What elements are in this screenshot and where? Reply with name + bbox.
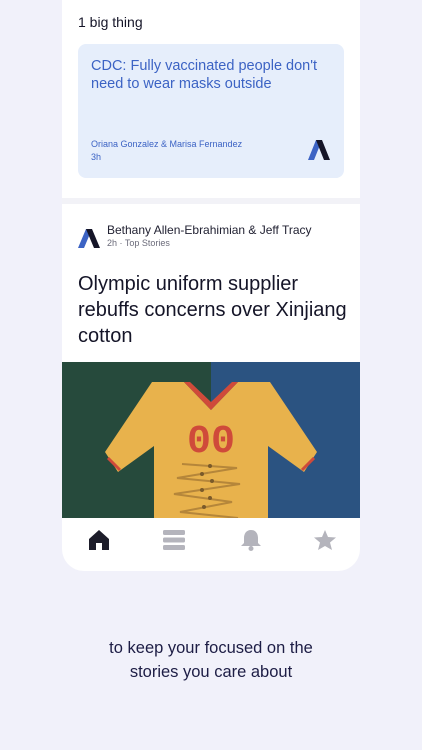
story-headline[interactable]: Olympic uniform supplier rebuffs concern… [78, 271, 348, 349]
story-meta: 2h · Top Stories [107, 238, 170, 248]
axios-logo-icon [78, 229, 100, 248]
story-timestamp: 2h [107, 238, 118, 248]
star-icon [314, 530, 336, 550]
featured-headline[interactable]: CDC: Fully vaccinated people don't need … [91, 57, 331, 93]
story-illustration[interactable]: 00 [62, 362, 360, 518]
bell-icon [241, 530, 261, 551]
one-big-thing-card[interactable]: 1 big thing CDC: Fully vaccinated people… [62, 0, 360, 198]
featured-story[interactable]: CDC: Fully vaccinated people don't need … [78, 44, 344, 178]
tagline-line-2: stories you care about [129, 663, 293, 681]
featured-authors: Oriana Gonzalez & Marisa Fernandez [91, 139, 243, 149]
phone-frame: 1 big thing CDC: Fully vaccinated people… [62, 0, 360, 571]
tagline-line-1: to keep your focused on the [109, 639, 313, 657]
menu-icon [163, 530, 185, 550]
axios-logo-icon [308, 140, 330, 160]
featured-timestamp: 3h [91, 152, 102, 162]
promo-tagline: to keep your focused on the stories you … [0, 636, 422, 684]
tab-notifications[interactable] [238, 528, 264, 552]
bottom-tab-bar [62, 518, 360, 571]
story-authors: Bethany Allen-Ebrahimian & Jeff Tracy [107, 223, 312, 237]
tab-home[interactable] [86, 528, 112, 552]
story-card[interactable]: Bethany Allen-Ebrahimian & Jeff Tracy 2h… [62, 204, 360, 518]
home-icon [89, 530, 109, 550]
meta-separator: · [119, 238, 123, 248]
section-label: 1 big thing [78, 14, 143, 30]
sweater-number: 00 [187, 420, 235, 465]
tab-saved[interactable] [312, 528, 338, 552]
story-section: Top Stories [124, 238, 170, 248]
tab-sections[interactable] [161, 528, 187, 552]
